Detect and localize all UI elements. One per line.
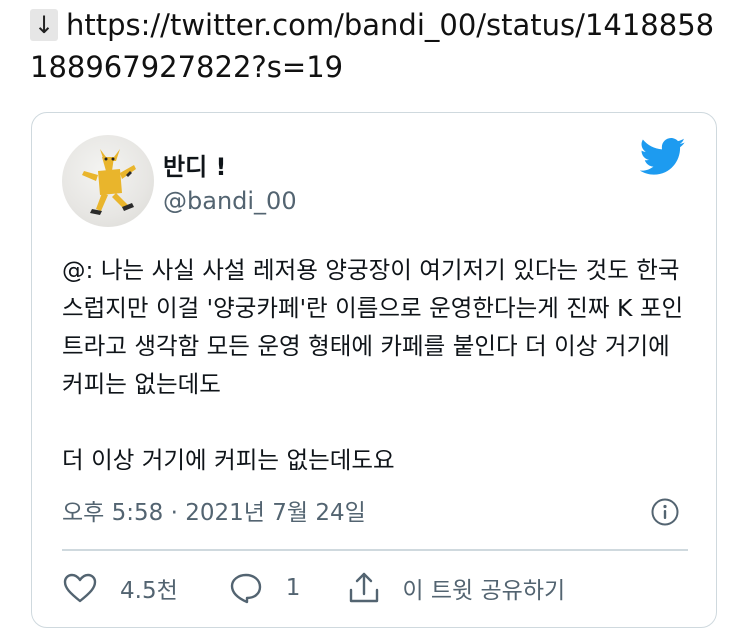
tweet-card[interactable]: 반디 ! @bandi_00 @: 나는 사실 사설 레저용 양궁장이 여기저기… — [31, 112, 717, 628]
like-button[interactable]: 4.5천 — [62, 571, 178, 605]
heart-icon — [63, 573, 97, 603]
tweet-url[interactable]: https://twitter.com/bandi_00/status/1418… — [30, 8, 714, 84]
tweet-timestamp[interactable]: 오후 5:58 · 2021년 7월 24일 — [62, 493, 366, 527]
tweet-paragraph: 더 이상 거기에 커피는 없는데도요 — [62, 446, 395, 474]
down-arrow-icon: ↓ — [30, 9, 58, 41]
twitter-bird-icon[interactable] — [640, 137, 686, 177]
share-button[interactable]: 이 트윗 공유하기 — [346, 570, 565, 606]
tweet-paragraph: @: 나는 사실 사설 레저용 양궁장이 여기저기 있다는 것도 한국스럽지만 … — [62, 256, 684, 398]
share-label: 이 트윗 공유하기 — [402, 578, 566, 604]
reply-bubble-icon — [230, 573, 261, 604]
share-icon — [350, 572, 379, 603]
like-count: 4.5천 — [120, 578, 178, 604]
divider — [62, 549, 688, 551]
info-icon[interactable] — [650, 497, 680, 527]
tweet-text: @: 나는 사실 사설 레저용 양궁장이 여기저기 있다는 것도 한국스럽지만 … — [62, 251, 692, 479]
avatar[interactable] — [62, 135, 154, 227]
tweet-link[interactable]: ↓ https://twitter.com/bandi_00/status/141… — [30, 4, 730, 88]
tweet-actions: 4.5천 1 이 트윗 공유하기 — [62, 568, 565, 608]
reply-count: 1 — [285, 575, 301, 601]
display-name[interactable]: 반디 ! — [163, 147, 226, 182]
reply-button[interactable]: 1 — [228, 571, 301, 605]
user-handle[interactable]: @bandi_00 — [163, 187, 297, 215]
avatar-figure-icon — [82, 149, 136, 215]
